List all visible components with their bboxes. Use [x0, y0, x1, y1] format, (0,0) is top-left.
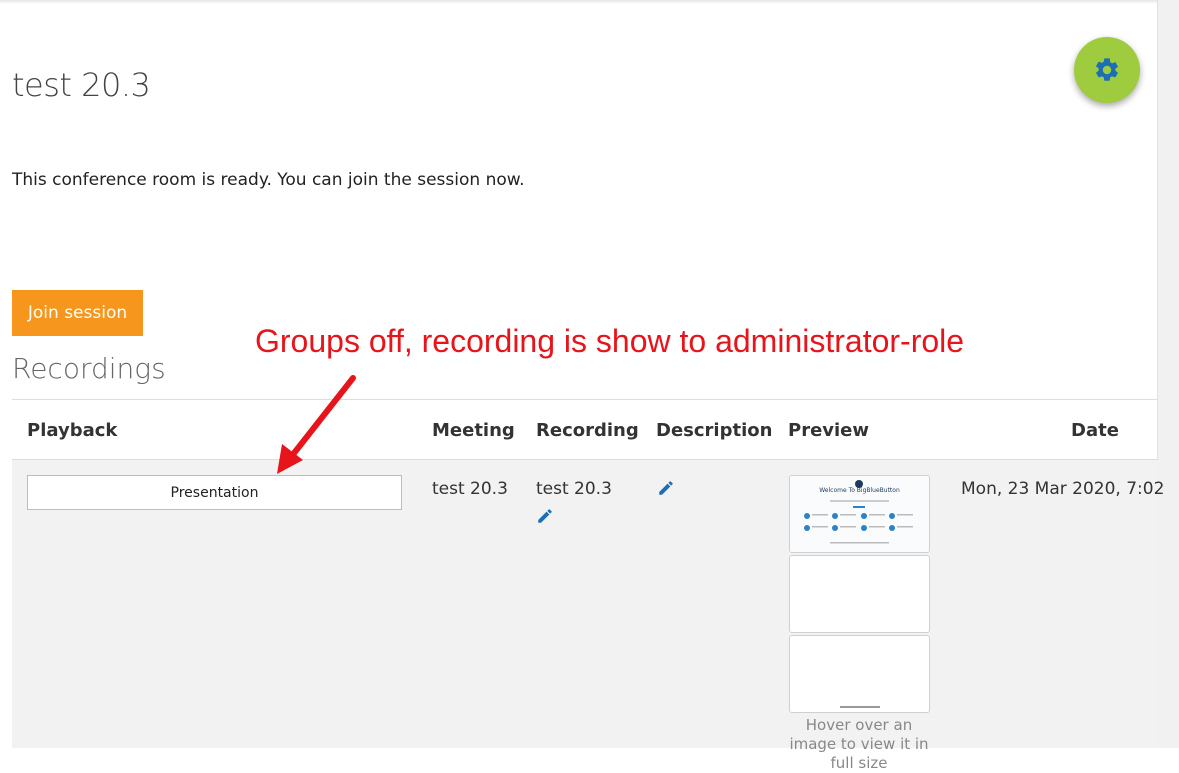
meeting-cell: test 20.3 [432, 479, 508, 499]
preview-hint: Hover over an image to view it in full s… [789, 716, 929, 772]
edit-recording-name-icon[interactable] [536, 507, 554, 525]
recording-name-cell: test 20.3 [536, 479, 612, 499]
status-message: This conference room is ready. You can j… [12, 170, 525, 190]
preview-caption: Welcome To BigBlueButton [819, 487, 900, 494]
preview-thumbnail[interactable]: Welcome To BigBlueButton [789, 475, 930, 553]
recordings-table: Playback Meeting Recording Description P… [12, 399, 1164, 772]
preview-thumbnail[interactable] [789, 635, 930, 713]
date-cell: Mon, 23 Mar 2020, 7:02 [961, 479, 1165, 499]
column-header-recording[interactable]: Recording [536, 420, 639, 441]
slide-footer-text [840, 706, 880, 708]
table-header: Playback Meeting Recording Description P… [12, 399, 1158, 461]
annotation-text: Groups off, recording is show to adminis… [255, 323, 965, 359]
gear-icon [1096, 58, 1118, 81]
column-header-description[interactable]: Description [656, 420, 772, 441]
page-title: test 20.3 [12, 66, 151, 104]
column-header-meeting[interactable]: Meeting [432, 420, 515, 441]
presentation-playback-button[interactable]: Presentation [27, 475, 402, 510]
column-header-date[interactable]: Date [1071, 420, 1119, 441]
join-session-button[interactable]: Join session [12, 290, 143, 336]
column-header-playback[interactable]: Playback [27, 420, 117, 441]
top-shadow [0, 0, 1158, 4]
table-row: Presentation test 20.3 test 20.3 Welcome… [12, 460, 1164, 772]
edit-description-icon[interactable] [657, 479, 675, 497]
preview-thumbnail[interactable] [789, 555, 930, 633]
column-header-preview[interactable]: Preview [788, 420, 869, 441]
scrollbar[interactable] [1157, 0, 1179, 748]
settings-button[interactable] [1074, 37, 1140, 103]
recordings-title: Recordings [12, 352, 166, 385]
